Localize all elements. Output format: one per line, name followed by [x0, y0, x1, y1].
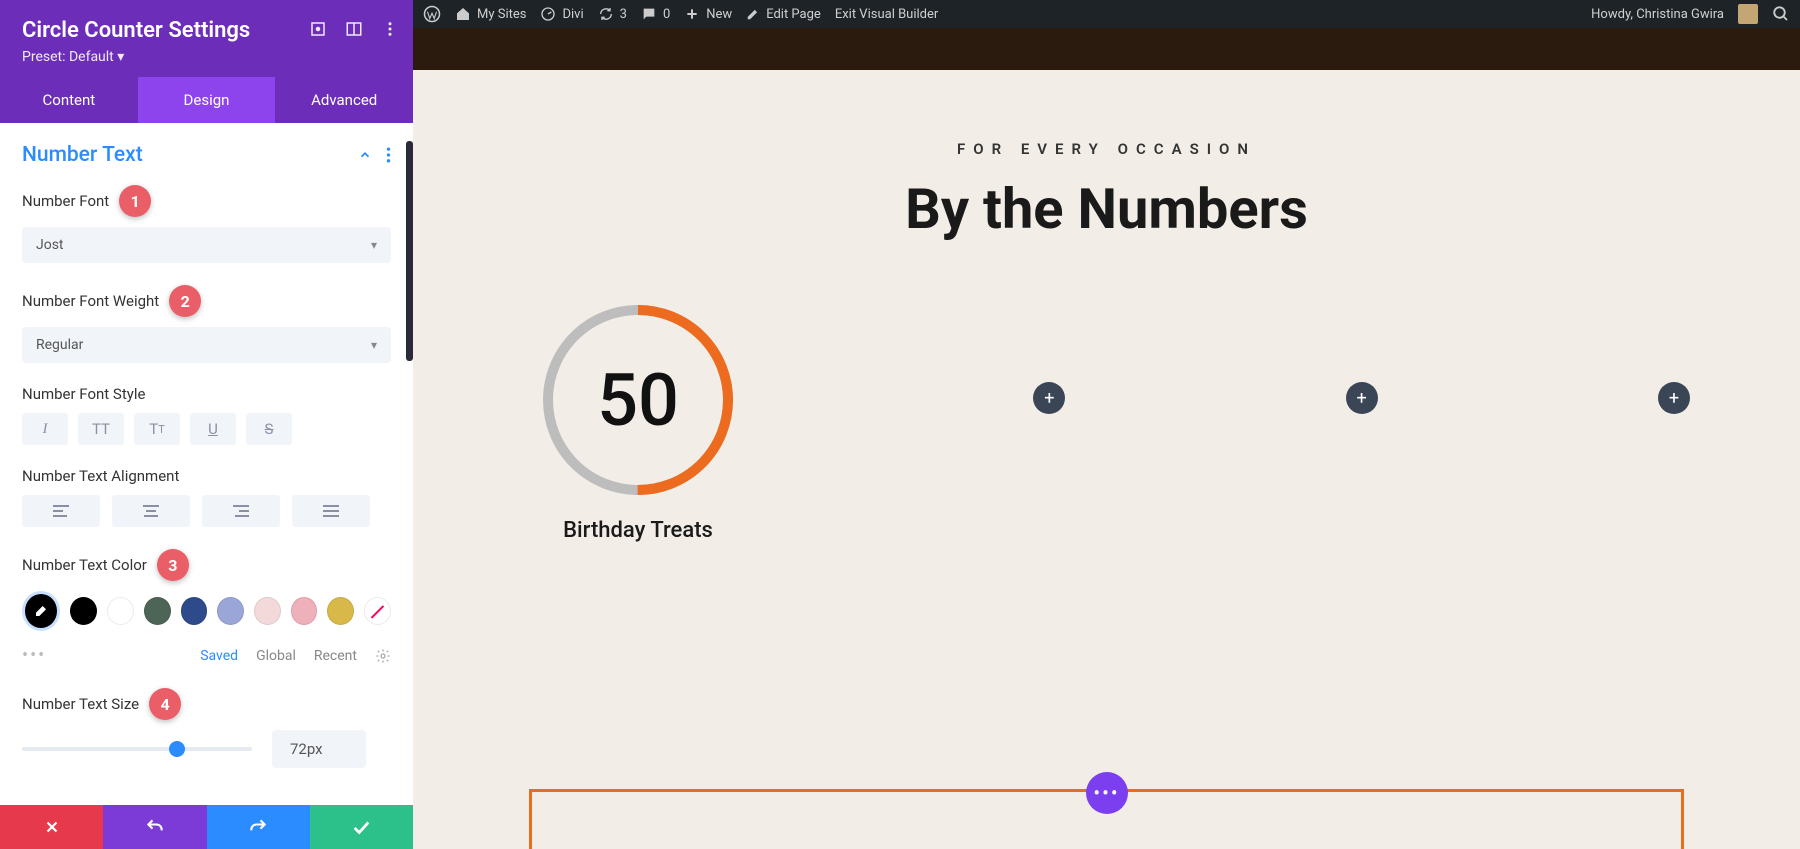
save-button[interactable] [310, 805, 413, 849]
number-font-style-label: Number Font Style [22, 385, 391, 403]
avatar[interactable] [1738, 4, 1758, 24]
expand-icon[interactable] [309, 20, 327, 38]
builder-canvas: FOR EVERY OCCASION By the Numbers 50 Bir… [413, 70, 1800, 849]
add-module-button[interactable]: + [1658, 382, 1690, 414]
cancel-button[interactable] [0, 805, 103, 849]
swatch-gold[interactable] [327, 597, 354, 625]
color-tab-saved[interactable]: Saved [200, 648, 238, 664]
wp-my-sites[interactable]: My Sites [455, 6, 526, 22]
badge-2: 2 [169, 285, 201, 317]
badge-4: 4 [149, 688, 181, 720]
search-icon[interactable] [1772, 5, 1790, 23]
align-right-button[interactable] [202, 495, 280, 527]
style-italic-button[interactable]: I [22, 413, 68, 445]
pencil-icon [746, 7, 760, 21]
section-headline: By the Numbers [473, 176, 1740, 242]
counter-number: 50 [540, 302, 736, 498]
swatch-navy[interactable] [181, 597, 208, 625]
columns-icon[interactable] [345, 20, 363, 38]
panel-scrollbar[interactable] [406, 141, 413, 361]
sidebar-action-bar [0, 805, 413, 849]
color-tab-recent[interactable]: Recent [314, 648, 357, 664]
size-slider-thumb[interactable] [169, 741, 185, 757]
wp-edit-page[interactable]: Edit Page [746, 7, 821, 22]
section-subhead: FOR EVERY OCCASION [473, 140, 1740, 158]
house-icon [455, 6, 471, 22]
preset-dropdown[interactable]: Preset: Default ▾ [22, 49, 391, 65]
section-number-text[interactable]: Number Text [22, 143, 391, 167]
wp-site-divi[interactable]: Divi [540, 6, 583, 22]
number-font-label: Number Font 1 [22, 185, 391, 217]
badge-3: 3 [157, 549, 189, 581]
wp-comments[interactable]: 0 [641, 6, 670, 22]
plus-icon [684, 6, 700, 22]
style-underline-button[interactable]: U [190, 413, 236, 445]
close-icon [43, 818, 61, 836]
kebab-icon[interactable] [381, 20, 399, 38]
style-smallcaps-button[interactable]: TT [134, 413, 180, 445]
wp-updates[interactable]: 3 [598, 6, 627, 22]
number-text-size-label: Number Text Size 4 [22, 688, 391, 720]
redo-icon [248, 817, 268, 837]
swatch-blush[interactable] [254, 597, 281, 625]
number-text-color-label: Number Text Color 3 [22, 549, 391, 581]
sidebar-header: Circle Counter Settings Preset: Default … [0, 0, 413, 77]
page-hero-strip [413, 28, 1800, 70]
align-center-button[interactable] [112, 495, 190, 527]
refresh-icon [598, 6, 614, 22]
swatch-pink[interactable] [291, 597, 318, 625]
settings-tabs: Content Design Advanced [0, 77, 413, 123]
align-left-button[interactable] [22, 495, 100, 527]
number-font-weight-select[interactable]: Regular ▾ [22, 327, 391, 363]
section-kebab-icon[interactable] [386, 146, 391, 164]
tab-design[interactable]: Design [138, 77, 276, 123]
select-caret-icon: ▾ [371, 338, 377, 352]
swatch-none[interactable] [364, 597, 391, 625]
badge-1: 1 [119, 185, 151, 217]
add-module-button[interactable]: + [1033, 382, 1065, 414]
design-panel: Number Text Number Font 1 Jost ▾ Number … [0, 123, 413, 805]
section-title-label: Number Text [22, 143, 143, 167]
number-text-align-label: Number Text Alignment [22, 467, 391, 485]
circle-counter-module[interactable]: 50 Birthday Treats [523, 302, 753, 543]
tab-content[interactable]: Content [0, 77, 138, 123]
undo-button[interactable] [103, 805, 206, 849]
color-picker-button[interactable] [22, 591, 60, 631]
section-settings-handle[interactable]: ••• [1086, 772, 1128, 814]
swatch-lavender[interactable] [217, 597, 244, 625]
swatch-white[interactable] [107, 597, 134, 625]
settings-sidebar: Circle Counter Settings Preset: Default … [0, 0, 413, 849]
counters-row: 50 Birthday Treats + + + [473, 302, 1740, 543]
wp-new[interactable]: New [684, 6, 732, 22]
color-tab-global[interactable]: Global [256, 648, 296, 664]
color-swatches [22, 591, 391, 631]
wordpress-icon[interactable] [423, 5, 441, 23]
add-module-button[interactable]: + [1346, 382, 1378, 414]
color-more-icon[interactable]: ••• [22, 645, 46, 666]
size-input[interactable]: 72px [272, 730, 366, 768]
swatch-black[interactable] [70, 597, 97, 625]
eyedropper-icon [31, 601, 51, 621]
select-caret-icon: ▾ [371, 238, 377, 252]
swatch-green[interactable] [144, 597, 171, 625]
counter-caption: Birthday Treats [563, 518, 713, 543]
number-font-select[interactable]: Jost ▾ [22, 227, 391, 263]
style-uppercase-button[interactable]: TT [78, 413, 124, 445]
dashboard-icon [540, 6, 556, 22]
section-outline[interactable]: ••• [529, 789, 1684, 849]
style-strike-button[interactable]: S [246, 413, 292, 445]
tab-advanced[interactable]: Advanced [275, 77, 413, 123]
number-font-weight-label: Number Font Weight 2 [22, 285, 391, 317]
check-icon [350, 816, 372, 838]
align-justify-button[interactable] [292, 495, 370, 527]
size-slider[interactable] [22, 747, 252, 751]
wp-howdy[interactable]: Howdy, Christina Gwira [1591, 7, 1724, 22]
wp-exit-builder[interactable]: Exit Visual Builder [835, 7, 938, 22]
chevron-up-icon[interactable] [358, 148, 372, 162]
redo-button[interactable] [207, 805, 310, 849]
wp-admin-bar: My Sites Divi 3 0 New Edit Page Exit Vis… [413, 0, 1800, 28]
undo-icon [145, 817, 165, 837]
gear-icon[interactable] [375, 648, 391, 664]
comment-icon [641, 6, 657, 22]
